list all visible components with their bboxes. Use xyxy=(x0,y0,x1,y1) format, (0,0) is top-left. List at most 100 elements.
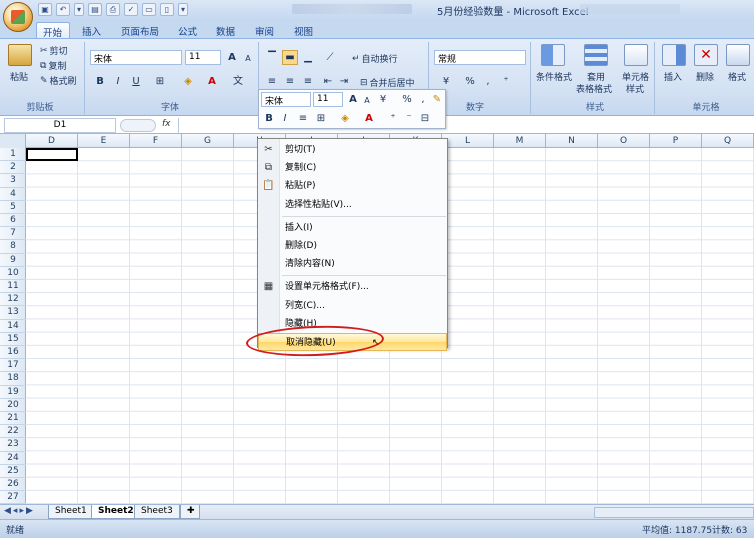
tab-insert[interactable]: 插入 xyxy=(76,22,107,38)
align-left-icon[interactable]: ≡ xyxy=(264,74,280,89)
bold-button[interactable]: B xyxy=(92,74,108,89)
insert-function-button[interactable]: fx xyxy=(162,119,171,129)
mini-decrease-decimal-icon[interactable]: ⁻ xyxy=(401,111,417,126)
decrease-indent-icon[interactable]: ⇤ xyxy=(320,74,336,89)
orientation-icon[interactable]: ⟋ xyxy=(322,50,338,65)
row-header-6[interactable]: 6 xyxy=(0,214,26,228)
tab-view[interactable]: 视图 xyxy=(288,22,319,38)
row-header-2[interactable]: 2 xyxy=(0,161,26,175)
mini-align-center-icon[interactable]: ≡ xyxy=(295,111,311,126)
menu-item-5[interactable]: 插入(I) xyxy=(258,219,447,237)
mini-shrink-font-button[interactable]: A xyxy=(359,93,375,108)
print-preview-icon[interactable]: ▤ xyxy=(88,3,102,16)
menu-item-3[interactable]: 选择性粘贴(V)... xyxy=(258,196,447,214)
mini-fill-color-icon[interactable]: ◈ xyxy=(337,111,353,126)
office-button[interactable] xyxy=(3,2,33,32)
sheet-nav-arrows-icon[interactable]: ◀◂▸▶ xyxy=(4,506,35,516)
comma-button[interactable]: , xyxy=(480,74,496,89)
cell-styles-button-line2[interactable]: 样式 xyxy=(626,82,644,95)
paste-button[interactable]: 粘贴 xyxy=(10,70,28,83)
delete-cells-button[interactable]: 删除 xyxy=(696,70,714,83)
mini-increase-decimal-icon[interactable]: ⁺ xyxy=(385,111,401,126)
mini-border-icon[interactable]: ⊞ xyxy=(313,111,329,126)
customize-qat-icon[interactable]: ▾ xyxy=(178,3,188,16)
column-header-P[interactable]: P xyxy=(650,134,702,148)
grow-font-button[interactable]: A xyxy=(224,50,240,65)
active-cell-d1[interactable] xyxy=(26,148,78,162)
tab-page-layout[interactable]: 页面布局 xyxy=(115,22,165,38)
column-header-E[interactable]: E xyxy=(78,134,130,148)
select-all-corner[interactable] xyxy=(0,134,26,148)
paste-icon[interactable] xyxy=(8,44,32,66)
wrap-text-button[interactable]: ↵ 自动换行 xyxy=(352,52,398,66)
tab-review[interactable]: 审阅 xyxy=(249,22,280,38)
border-icon[interactable]: ⊞ xyxy=(152,74,168,89)
tab-home[interactable]: 开始 xyxy=(36,22,70,39)
row-header-12[interactable]: 12 xyxy=(0,293,26,307)
tab-data[interactable]: 数据 xyxy=(210,22,241,38)
copy-button[interactable]: ⧉ 复制 xyxy=(40,59,66,73)
column-header-F[interactable]: F xyxy=(130,134,182,148)
align-center-icon[interactable]: ≡ xyxy=(282,74,298,89)
column-header-D[interactable]: D xyxy=(26,134,78,148)
row-header-20[interactable]: 20 xyxy=(0,399,26,412)
align-bottom-icon[interactable]: ▁ xyxy=(300,50,316,65)
format-button[interactable]: 格式 xyxy=(728,70,746,83)
quick-print-icon[interactable]: ⎙ xyxy=(106,3,120,16)
increase-decimal-icon[interactable]: ⁺ xyxy=(498,74,514,89)
menu-item-6[interactable]: 删除(D) xyxy=(258,237,447,255)
row-header-10[interactable]: 10 xyxy=(0,267,26,280)
font-size-select[interactable]: 11 xyxy=(185,50,221,65)
phonetic-icon[interactable]: 文 xyxy=(230,74,246,89)
formula-expand-handle[interactable] xyxy=(120,119,156,132)
row-header-5[interactable]: 5 xyxy=(0,201,26,214)
percent-button[interactable]: % xyxy=(462,74,478,89)
row-header-4[interactable]: 4 xyxy=(0,188,26,201)
merge-center-button[interactable]: ⊟ 合并后居中 xyxy=(360,76,415,90)
table-format-button-line2[interactable]: 表格格式 xyxy=(576,82,612,95)
column-header-O[interactable]: O xyxy=(598,134,650,148)
number-format-select[interactable]: 常规 xyxy=(434,50,526,65)
shrink-font-button[interactable]: A xyxy=(240,51,256,66)
row-header-21[interactable]: 21 xyxy=(0,412,26,426)
row-header-8[interactable]: 8 xyxy=(0,240,26,254)
fill-color-icon[interactable]: ◈ xyxy=(180,74,196,89)
mini-currency-icon[interactable]: ¥ xyxy=(375,92,391,107)
row-header-19[interactable]: 19 xyxy=(0,386,26,399)
column-header-L[interactable]: L xyxy=(442,134,494,148)
undo-icon[interactable]: ↶ xyxy=(56,3,70,16)
row-header-1[interactable]: 1 xyxy=(0,148,26,162)
row-header-18[interactable]: 18 xyxy=(0,372,26,386)
mini-merge-icon[interactable]: ⊟ xyxy=(417,111,433,126)
row-header-27[interactable]: 27 xyxy=(0,491,26,505)
font-name-select[interactable]: 宋体 xyxy=(90,50,182,65)
mini-size-select[interactable]: 11 xyxy=(313,92,343,107)
menu-item-7[interactable]: 清除内容(N) xyxy=(258,255,447,273)
open-icon[interactable]: ▭ xyxy=(142,3,156,16)
column-header-M[interactable]: M xyxy=(494,134,546,148)
cut-button[interactable]: ✂ 剪切 xyxy=(40,44,68,58)
sheet-tab-3[interactable]: Sheet3 xyxy=(134,505,180,519)
new-icon[interactable]: ▯ xyxy=(160,3,174,16)
column-header-G[interactable]: G xyxy=(182,134,234,148)
underline-button[interactable]: U xyxy=(128,74,144,89)
mini-font-color-button[interactable]: A xyxy=(361,111,377,126)
row-header-22[interactable]: 22 xyxy=(0,425,26,439)
row-header-15[interactable]: 15 xyxy=(0,333,26,346)
spellcheck-icon[interactable]: ✓ xyxy=(124,3,138,16)
tab-formulas[interactable]: 公式 xyxy=(172,22,203,38)
format-painter-button[interactable]: ✎ 格式刷 xyxy=(40,74,77,88)
save-icon[interactable]: ▣ xyxy=(38,3,52,16)
align-middle-icon[interactable]: ▬ xyxy=(282,50,298,65)
mini-format-painter-icon[interactable]: ✎ xyxy=(429,92,445,107)
row-header-9[interactable]: 9 xyxy=(0,254,26,267)
row-header-23[interactable]: 23 xyxy=(0,438,26,452)
menu-item-0[interactable]: ✂ 剪切(T) xyxy=(258,141,447,159)
name-box[interactable]: D1 xyxy=(4,118,116,133)
row-header-17[interactable]: 17 xyxy=(0,359,26,373)
column-header-N[interactable]: N xyxy=(546,134,598,148)
italic-button[interactable]: I xyxy=(110,74,126,89)
row-header-14[interactable]: 14 xyxy=(0,320,26,333)
currency-icon[interactable]: ¥ xyxy=(438,74,454,89)
row-header-16[interactable]: 16 xyxy=(0,346,26,360)
